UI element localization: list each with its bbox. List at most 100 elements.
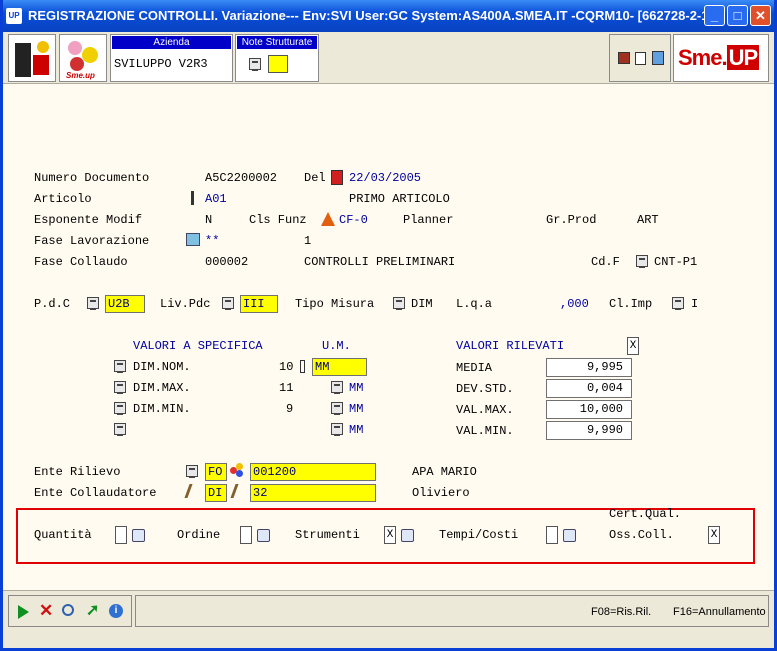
title-bar[interactable]: UP REGISTRAZIONE CONTROLLI. Variazione--… — [3, 0, 774, 32]
document-icon[interactable] — [635, 52, 646, 65]
spec-um-field[interactable]: MM — [312, 358, 367, 376]
tempi-button[interactable] — [563, 529, 576, 542]
application-window: UP REGISTRAZIONE CONTROLLI. Variazione--… — [0, 0, 777, 651]
note-label: Note Strutturate — [237, 36, 317, 49]
tipo-misura-value: DIM — [411, 297, 433, 311]
azienda-value: SVILUPPO V2R3 — [114, 57, 208, 71]
rilevati-value[interactable]: 10,000 — [546, 400, 632, 419]
logo-up: UP — [726, 45, 760, 70]
livpdc-label: Liv.Pdc — [160, 297, 211, 311]
phase-icon[interactable] — [186, 233, 200, 246]
rilevati-label: VAL.MIN. — [456, 424, 514, 438]
spec-grid-icon[interactable] — [114, 360, 126, 373]
esponente-value: N — [205, 213, 213, 227]
monitor-icon[interactable] — [618, 52, 630, 64]
f16-key[interactable]: F16=Annullamento — [673, 606, 766, 618]
balls-icon[interactable] — [230, 463, 244, 477]
play-icon[interactable] — [18, 605, 29, 619]
ente-collaudatore-code[interactable]: 32 — [250, 484, 376, 502]
note-field[interactable] — [268, 55, 288, 73]
function-keys: F08=Ris.Ril. F16=Annullamento — [135, 595, 769, 627]
quantita-button[interactable] — [132, 529, 145, 542]
livpdc-field[interactable]: III — [240, 295, 278, 313]
fase-lavorazione-value: ** — [205, 234, 220, 248]
rilevati-label: DEV.STD. — [456, 382, 514, 396]
spec-value: 11 — [279, 381, 294, 395]
spec-grid-icon[interactable] — [114, 402, 126, 415]
f08-key[interactable]: F08=Ris.Ril. — [591, 606, 651, 618]
um-grid-icon[interactable] — [331, 423, 343, 436]
minimize-button[interactable]: _ — [704, 5, 725, 26]
ordine-checkbox[interactable] — [240, 526, 252, 544]
grid-icon[interactable] — [249, 58, 261, 71]
oss-coll-checkbox[interactable]: X — [708, 526, 720, 544]
tempi-costi-label: Tempi/Costi — [439, 528, 519, 542]
oss-coll-label: Oss.Coll. — [609, 528, 674, 542]
calendar-icon[interactable] — [331, 170, 343, 185]
smeup-logo-icon[interactable]: Sme.up — [59, 34, 107, 82]
lqa-value: ,000 — [560, 297, 589, 311]
climp-value: I — [691, 297, 699, 311]
planner-label: Planner — [403, 213, 454, 227]
status-bar: ✕ ➚ i F08=Ris.Ril. F16=Annullamento — [3, 590, 774, 648]
azienda-label: Azienda — [112, 36, 231, 49]
pdc-grid-icon[interactable] — [87, 297, 99, 310]
spinner-icon[interactable] — [300, 360, 305, 373]
machine-icon[interactable] — [8, 34, 56, 82]
cert-qual-label: Cert.Qual. — [609, 507, 682, 521]
articolo-code[interactable]: A01 — [205, 192, 227, 206]
rilevati-value[interactable]: 9,995 — [546, 358, 632, 377]
info-icon[interactable]: i — [109, 604, 123, 618]
cdf-grid-icon[interactable] — [636, 255, 648, 268]
document-date: 22/03/2005 — [349, 171, 422, 185]
cdf-value: CNT-P1 — [654, 255, 698, 269]
spec-value: 9 — [286, 402, 294, 416]
pin-icon[interactable] — [191, 191, 194, 205]
tool-icon[interactable] — [184, 484, 202, 498]
climp-grid-icon[interactable] — [672, 297, 684, 310]
rilevati-value[interactable]: 0,004 — [546, 379, 632, 398]
um-grid-icon[interactable] — [331, 381, 343, 394]
strumenti-checkbox[interactable]: X — [384, 526, 396, 544]
um-grid-icon[interactable] — [331, 402, 343, 415]
smeup-logo: Sme.UP — [673, 34, 769, 82]
ordine-button[interactable] — [257, 529, 270, 542]
note-box: Note Strutturate — [235, 34, 319, 82]
rilevati-check[interactable]: X — [627, 337, 639, 355]
pdc-field[interactable]: U2B — [105, 295, 145, 313]
flame-icon[interactable] — [321, 212, 335, 226]
maximize-button[interactable]: □ — [727, 5, 748, 26]
logo-text-small: Sme.up — [66, 71, 95, 80]
quantita-checkbox[interactable] — [115, 526, 127, 544]
strumenti-button[interactable] — [401, 529, 414, 542]
spec-grid-icon[interactable] — [114, 381, 126, 394]
ente-collaudatore-label: Ente Collaudatore — [34, 486, 157, 500]
grprod-value: ART — [637, 213, 659, 227]
ente-rilievo-code[interactable]: 001200 — [250, 463, 376, 481]
cls-funz-label: Cls Funz — [249, 213, 307, 227]
ente-rilievo-label: Ente Rilievo — [34, 465, 121, 479]
logo-sme: Sme. — [678, 45, 728, 70]
articolo-desc: PRIMO ARTICOLO — [349, 192, 450, 206]
rilevati-value[interactable]: 9,990 — [546, 421, 632, 440]
book-icon[interactable] — [652, 51, 664, 65]
search-icon[interactable] — [62, 604, 74, 616]
cancel-icon[interactable]: ✕ — [39, 602, 53, 620]
close-button[interactable]: ✕ — [750, 5, 771, 26]
climp-label: Cl.Imp — [609, 297, 653, 311]
spec-label: DIM.MAX. — [133, 381, 191, 395]
rilevati-label: MEDIA — [456, 361, 493, 375]
tipo-grid-icon[interactable] — [393, 297, 405, 310]
form-area: Numero Documento A5C2200002 Del 22/03/20… — [3, 85, 774, 590]
tempi-checkbox[interactable] — [546, 526, 558, 544]
ente-collaudatore-type[interactable]: DI — [205, 484, 227, 502]
tool-icon[interactable] — [230, 484, 248, 498]
livpdc-grid-icon[interactable] — [222, 297, 234, 310]
arrow-icon[interactable]: ➚ — [86, 603, 99, 619]
spec-um: MM — [349, 402, 364, 416]
numero-documento-label: Numero Documento — [34, 171, 150, 185]
ente-rilievo-type[interactable]: FO — [205, 463, 227, 481]
spec-grid-icon[interactable] — [114, 423, 126, 436]
ente-grid-icon[interactable] — [186, 465, 198, 478]
quantita-label: Quantità — [34, 528, 92, 542]
